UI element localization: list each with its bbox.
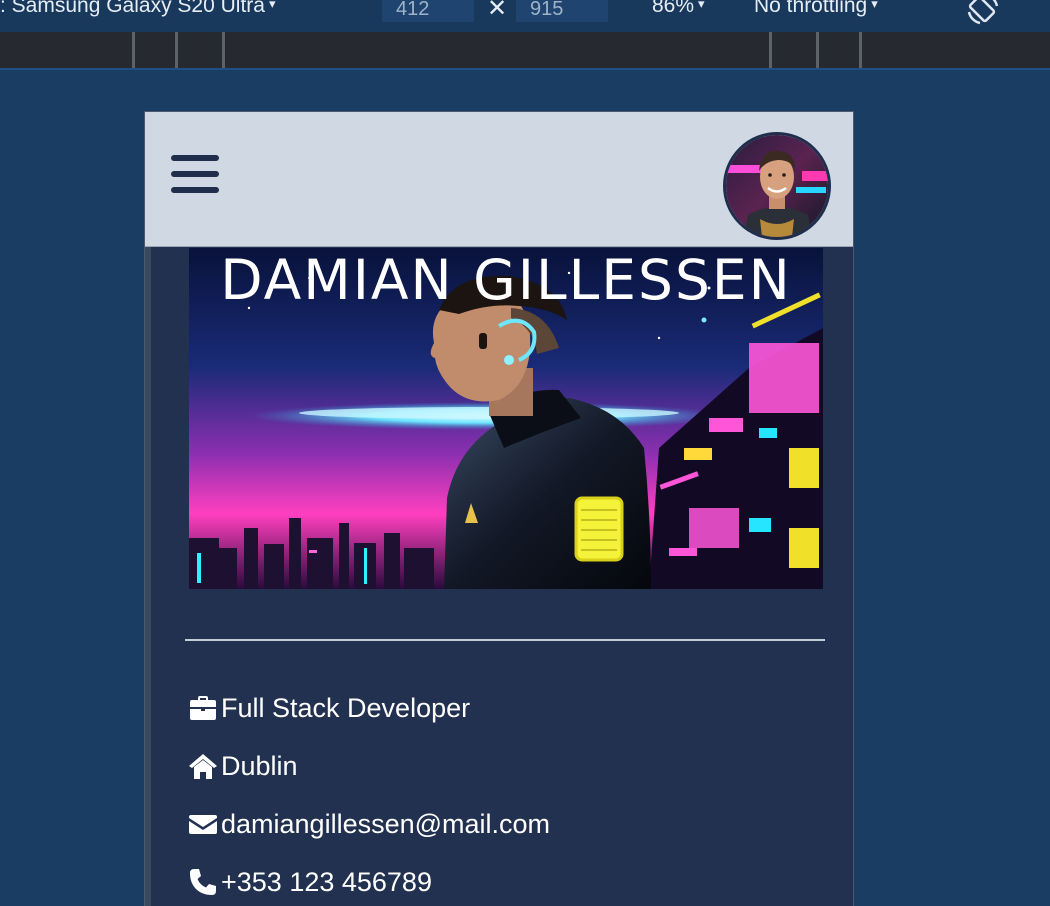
- chevron-down-icon: ▾: [698, 0, 705, 11]
- envelope-icon: [189, 815, 217, 834]
- avatar[interactable]: [723, 132, 831, 240]
- briefcase-icon: [190, 696, 216, 720]
- ruler-tick: [859, 32, 862, 68]
- zoom-selector[interactable]: 86% ▾: [652, 0, 705, 18]
- email-link[interactable]: damiangillessen@mail.com: [221, 809, 550, 840]
- close-icon: ✕: [487, 0, 508, 22]
- ruler-tick: [222, 32, 225, 68]
- ruler-tick: [132, 32, 135, 68]
- list-item-location: Dublin: [188, 749, 550, 783]
- device-selector[interactable]: : Samsung Galaxy S20 Ultra ▾: [0, 0, 275, 18]
- section-divider: [185, 639, 825, 641]
- zoom-value: 86%: [652, 0, 695, 17]
- list-item-job: Full Stack Developer: [188, 691, 550, 725]
- ruler-tick: [769, 32, 772, 68]
- home-icon: [189, 754, 217, 779]
- hamburger-icon[interactable]: [171, 155, 221, 199]
- profile-photo: [726, 135, 828, 237]
- phone-link[interactable]: +353 123 456789: [221, 867, 432, 898]
- site-header: [145, 111, 853, 247]
- throttling-value: No throttling: [754, 0, 868, 17]
- chevron-down-icon: ▾: [268, 0, 276, 11]
- location-text: Dublin: [221, 750, 298, 781]
- ruler-tick: [175, 32, 178, 68]
- viewport-edge: [145, 247, 151, 906]
- device-viewport: DAMIAN GILLESSEN Full Stack Developer Du…: [144, 111, 854, 906]
- devtools-device-toolbar: : Samsung Galaxy S20 Ultra ▾ 412 ✕ 915 86…: [0, 0, 1050, 32]
- height-input[interactable]: 915: [516, 0, 608, 22]
- contact-list: Full Stack Developer Dublin damiangilles…: [188, 691, 550, 906]
- rotate-icon[interactable]: [966, 0, 1000, 26]
- device-name: : Samsung Galaxy S20 Ultra: [0, 0, 265, 17]
- width-input[interactable]: 412: [382, 0, 474, 22]
- hero-banner: DAMIAN GILLESSEN: [189, 248, 823, 589]
- list-item-email: damiangillessen@mail.com: [188, 807, 550, 841]
- media-query-ruler: [0, 32, 1050, 70]
- chevron-down-icon: ▾: [871, 0, 878, 11]
- throttling-selector[interactable]: No throttling ▾: [754, 0, 878, 18]
- ruler-tick: [816, 32, 819, 68]
- list-item-phone: +353 123 456789: [188, 865, 550, 899]
- phone-icon: [190, 869, 216, 895]
- page-title: DAMIAN GILLESSEN: [220, 248, 792, 312]
- job-title: Full Stack Developer: [221, 692, 471, 723]
